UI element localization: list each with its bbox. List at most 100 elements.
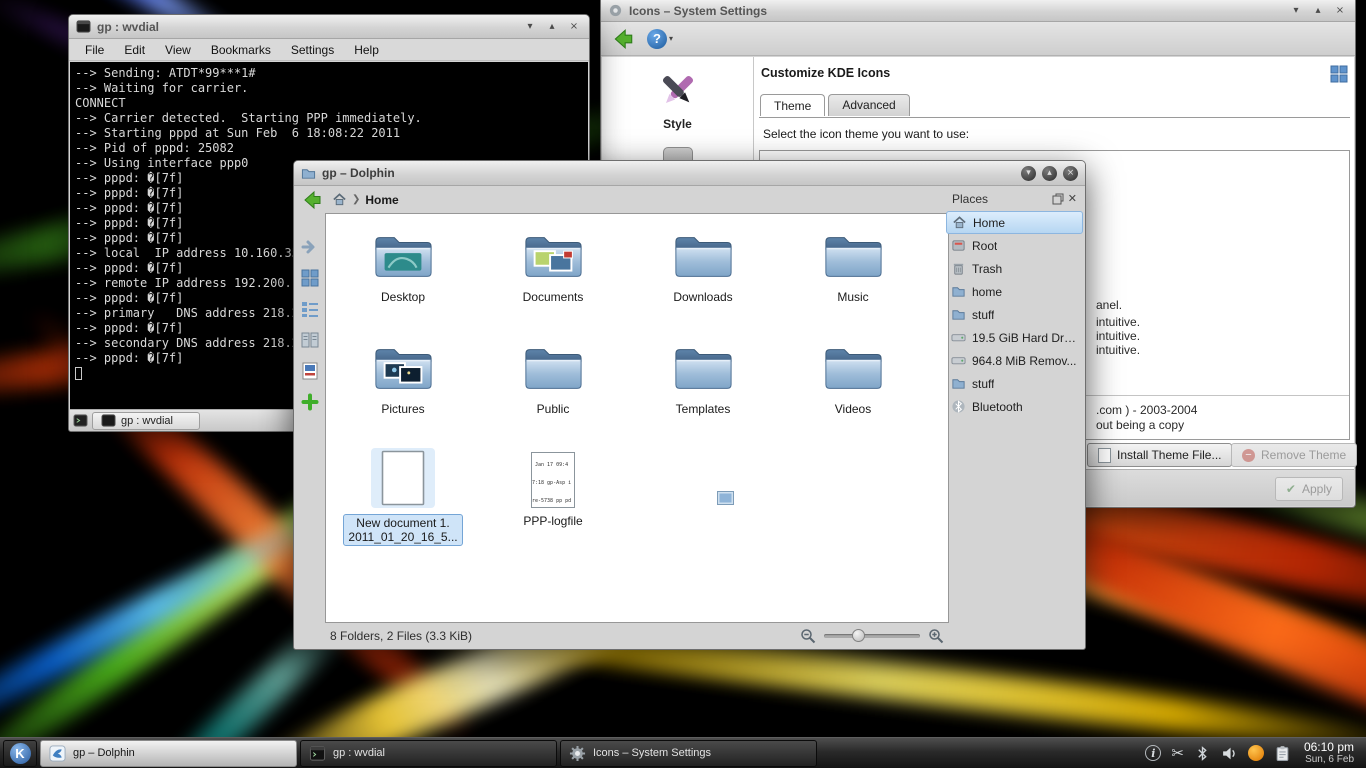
places-item-root[interactable]: Root	[946, 234, 1083, 257]
style-icon[interactable]	[656, 69, 700, 113]
close-icon[interactable]: ×	[566, 19, 582, 35]
install-theme-label: Install Theme File...	[1117, 448, 1221, 462]
file-item[interactable]: Documents	[478, 224, 628, 336]
new-tab-icon[interactable]	[73, 413, 88, 428]
document-icon	[371, 448, 435, 508]
menu-edit[interactable]: Edit	[124, 43, 145, 57]
places-item-label: Bluetooth	[972, 400, 1023, 414]
zoom-slider[interactable]	[824, 634, 920, 638]
zoom-in-icon[interactable]	[928, 628, 944, 644]
terminal-titlebar[interactable]: gp : wvdial ▾ ▴ ×	[69, 15, 589, 39]
tab-theme[interactable]: Theme	[760, 94, 825, 116]
app-launcher-button[interactable]: K	[3, 740, 37, 767]
terminal-tab[interactable]: gp : wvdial	[92, 412, 200, 430]
terminal-cursor	[75, 367, 82, 380]
places-item-964-8-mib-remov-[interactable]: 964.8 MiB Remov...	[946, 349, 1083, 372]
menu-file[interactable]: File	[85, 43, 104, 57]
maximize-icon[interactable]: ▴	[1310, 3, 1326, 19]
task-list: gp – Dolphin gp : wvdial Icons – System Se…	[40, 740, 817, 767]
info-tray-icon[interactable]: i	[1145, 745, 1161, 761]
text-file-icon: Jan 17 09:4 7:18 gp-Asp ire-5738 pp pd[1…	[531, 452, 575, 508]
columns-view-icon[interactable]	[300, 330, 320, 350]
close-icon[interactable]: ×	[1332, 3, 1348, 19]
apply-button[interactable]: ✔ Apply	[1275, 477, 1343, 501]
chevron-down-icon: ▾	[669, 34, 673, 43]
remove-icon: −	[1242, 449, 1255, 462]
tab-advanced[interactable]: Advanced	[828, 94, 909, 116]
home-icon[interactable]	[332, 192, 347, 207]
bluetooth-tray-icon[interactable]	[1194, 745, 1211, 762]
loose-thumbnail-icon	[717, 491, 734, 505]
places-item-home[interactable]: home	[946, 280, 1083, 303]
places-item-stuff[interactable]: stuff	[946, 372, 1083, 395]
menu-view[interactable]: View	[165, 43, 191, 57]
terminal-line: --> Sending: ATDT*99***1#	[75, 66, 583, 81]
kde-logo-icon: K	[10, 743, 31, 764]
dolphin-statusbar: 8 Folders, 2 Files (3.3 KiB)	[294, 623, 1085, 649]
taskbar-task[interactable]: gp : wvdial	[300, 740, 557, 767]
volume-tray-icon[interactable]	[1221, 745, 1238, 762]
update-tray-icon[interactable]	[1248, 745, 1264, 761]
remove-theme-button[interactable]: − Remove Theme	[1231, 443, 1357, 467]
bluetooth-icon	[1194, 745, 1211, 762]
file-item[interactable]: Videos	[778, 336, 928, 448]
file-item[interactable]: Desktop	[328, 224, 478, 336]
forward-icon[interactable]	[300, 237, 320, 257]
close-icon[interactable]: ×	[1063, 166, 1078, 181]
places-item-19-5-gib-hard-drive[interactable]: 19.5 GiB Hard Drive	[946, 326, 1083, 349]
logfile-icon: Jan 17 09:4 7:18 gp-Asp ire-5738 pp pd[1…	[531, 448, 575, 508]
minimize-icon[interactable]: ▾	[1288, 3, 1304, 19]
details-view-icon[interactable]	[300, 299, 320, 319]
zoom-out-icon[interactable]	[800, 628, 816, 644]
clipboard-tray-icon[interactable]	[1274, 745, 1291, 762]
menu-settings[interactable]: Settings	[291, 43, 334, 57]
float-panel-icon[interactable]	[1052, 193, 1064, 205]
menu-help[interactable]: Help	[354, 43, 379, 57]
help-button[interactable]: ? ▾	[647, 29, 673, 49]
places-item-trash[interactable]: Trash	[946, 257, 1083, 280]
clock[interactable]: 06:10 pm Sun, 6 Feb	[1304, 740, 1363, 766]
places-item-label: Trash	[972, 262, 1002, 276]
terminal-menubar: File Edit View Bookmarks Settings Help	[69, 39, 589, 61]
file-item[interactable]: New document 1.2011_01_20_16_5...	[328, 448, 478, 560]
install-theme-button[interactable]: Install Theme File...	[1087, 443, 1232, 467]
dolphin-titlebar[interactable]: gp – Dolphin ▾ ▴ ×	[294, 161, 1085, 186]
breadcrumb-home[interactable]: Home	[365, 193, 398, 207]
preview-icon[interactable]	[300, 361, 320, 381]
taskbar-task[interactable]: Icons – System Settings	[560, 740, 817, 767]
minimize-icon[interactable]: ▾	[1021, 166, 1036, 181]
taskbar-task[interactable]: gp – Dolphin	[40, 740, 297, 767]
back-icon[interactable]	[301, 189, 323, 211]
settings-titlebar[interactable]: Icons – System Settings ▾ ▴ ×	[601, 0, 1355, 22]
maximize-icon[interactable]: ▴	[544, 19, 560, 35]
icons-view-icon[interactable]	[300, 268, 320, 288]
maximize-icon[interactable]: ▴	[1042, 166, 1057, 181]
close-panel-icon[interactable]: ✕	[1068, 192, 1077, 205]
menu-bookmarks[interactable]: Bookmarks	[211, 43, 271, 57]
places-item-stuff[interactable]: stuff	[946, 303, 1083, 326]
tab-bar: Theme Advanced	[760, 94, 913, 116]
file-item[interactable]: Downloads	[628, 224, 778, 336]
checkmark-icon: ✔	[1286, 482, 1296, 496]
scissors-icon: ✂	[1171, 744, 1184, 762]
places-item-bluetooth[interactable]: Bluetooth	[946, 395, 1083, 418]
file-item[interactable]: Pictures	[328, 336, 478, 448]
places-item-home[interactable]: Home	[946, 211, 1083, 234]
file-item[interactable]: Music	[778, 224, 928, 336]
back-icon[interactable]	[611, 27, 635, 51]
file-item[interactable]: Public	[478, 336, 628, 448]
minimize-icon[interactable]: ▾	[522, 19, 538, 35]
task-label: gp : wvdial	[333, 747, 385, 759]
taskbar: K gp – Dolphin gp : wvdial Icons – System …	[0, 737, 1366, 768]
zoom-slider-handle[interactable]	[852, 629, 865, 642]
dolphin-file-view[interactable]: Desktop Documents Downloads Music Pictur…	[325, 213, 949, 623]
icon-view-toggle-icon[interactable]	[1330, 65, 1348, 83]
file-label: Public	[537, 402, 570, 416]
terminal-title: gp : wvdial	[97, 20, 159, 34]
file-item[interactable]: Jan 17 09:4 7:18 gp-Asp ire-5738 pp pd[1…	[478, 448, 628, 560]
add-icon[interactable]	[300, 392, 320, 412]
list-text-fragment: intuitive.	[1096, 329, 1140, 343]
file-item[interactable]: Templates	[628, 336, 778, 448]
scissors-tray-icon[interactable]: ✂	[1171, 744, 1184, 762]
sidebar-item-style[interactable]: Style	[663, 117, 692, 131]
